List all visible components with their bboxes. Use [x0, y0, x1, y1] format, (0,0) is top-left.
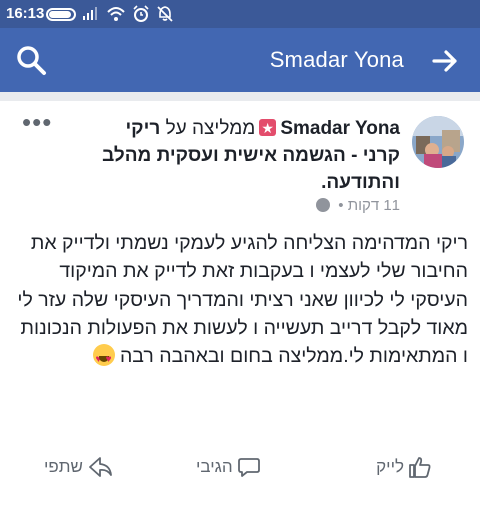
post-actions: לייק הגיבי שתפי — [0, 447, 480, 487]
post-card: Smadar Yonaממליצה על ריקי קרני - הגשמה א… — [0, 101, 480, 506]
share-icon — [89, 457, 112, 477]
share-label: שתפי — [44, 457, 83, 476]
post-text: ריקי המדהימה הצליחה להגיע לעמקי נשמתי ול… — [17, 232, 468, 368]
post-header: Smadar Yonaממליצה על ריקי קרני - הגשמה א… — [100, 115, 400, 196]
recommendation-badge-icon — [259, 115, 277, 142]
alarm-icon — [133, 5, 149, 22]
globe-icon — [316, 198, 331, 212]
author-name[interactable]: Smadar Yona — [280, 118, 400, 139]
status-time: 16:13 — [6, 5, 45, 22]
search-icon[interactable] — [14, 43, 48, 77]
comment-label: הגיבי — [196, 457, 233, 476]
battery-icon — [46, 8, 76, 21]
status-bar: 16:13 — [0, 0, 480, 28]
recommends-text: ממליצה על — [165, 118, 256, 139]
like-button[interactable]: לייק — [376, 455, 432, 479]
more-options-icon[interactable]: ••• — [22, 109, 52, 135]
app-bar-title[interactable]: Smadar Yona — [270, 47, 404, 73]
wifi-icon — [107, 7, 125, 21]
share-button[interactable]: שתפי — [44, 455, 113, 479]
avatar[interactable] — [412, 116, 464, 168]
app-bar: Smadar Yona — [0, 28, 480, 92]
heart-eyes-emoji-icon — [92, 344, 115, 374]
post-body: ריקי המדהימה הצליחה להגיע לעמקי נשמתי ול… — [12, 229, 468, 374]
comment-icon — [237, 458, 260, 477]
mute-icon — [157, 6, 173, 22]
thumbs-up-icon — [409, 457, 431, 478]
arrow-right-icon[interactable] — [430, 46, 460, 76]
like-label: לייק — [376, 457, 404, 476]
post-time[interactable]: 11 דקות — [348, 197, 400, 214]
post-meta: 11 דקות • — [316, 197, 400, 214]
signal-icon — [83, 7, 97, 20]
comment-button[interactable]: הגיבי — [196, 455, 261, 479]
